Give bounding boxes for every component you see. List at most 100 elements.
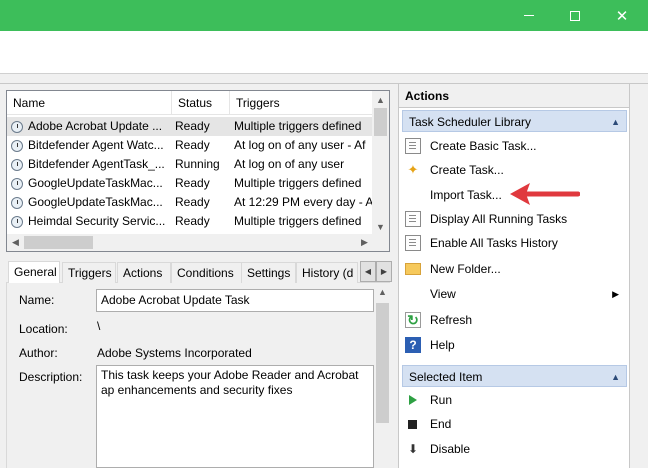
name-field[interactable]: Adobe Acrobat Update Task <box>96 289 374 312</box>
name-label: Name: <box>19 293 55 307</box>
action-label: Display All Running Tasks <box>430 212 568 226</box>
action-refresh[interactable]: ↻ Refresh <box>405 308 627 332</box>
scroll-right-icon[interactable]: ▶ <box>356 234 373 251</box>
task-clock-icon <box>11 139 23 152</box>
action-label: New Folder... <box>430 262 501 276</box>
annotation-arrow-icon <box>510 183 580 205</box>
task-clock-icon <box>11 215 23 228</box>
scroll-thumb[interactable] <box>376 303 389 423</box>
task-name: Bitdefender Agent Watc... <box>28 138 164 152</box>
column-header-status[interactable]: Status <box>172 91 230 115</box>
task-properties-tabs: General Triggers Actions Conditions Sett… <box>6 261 392 284</box>
disable-icon: ⬇ <box>407 442 419 456</box>
task-clock-icon <box>11 120 23 133</box>
action-display-running-tasks[interactable]: Display All Running Tasks <box>405 207 627 231</box>
description-field[interactable]: This task keeps your Adobe Reader and Ac… <box>96 365 374 468</box>
tab-scroll-arrows: ◀ ▶ <box>360 261 392 282</box>
task-triggers: At log on of any user - Af <box>234 138 366 152</box>
action-create-basic-task[interactable]: Create Basic Task... <box>405 134 627 158</box>
tab-triggers[interactable]: Triggers <box>62 262 116 283</box>
task-row[interactable]: Bitdefender AgentTask_... Running At log… <box>7 155 377 174</box>
task-triggers: Multiple triggers defined <box>234 119 362 133</box>
maximize-button[interactable] <box>552 0 598 31</box>
scroll-down-icon[interactable]: ▼ <box>372 218 389 235</box>
task-name: Adobe Acrobat Update ... <box>28 119 163 133</box>
tab-scroll-right-icon[interactable]: ▶ <box>376 261 392 282</box>
toolbar-strip <box>0 75 648 84</box>
action-label: Help <box>430 338 455 352</box>
minimize-button[interactable] <box>506 0 552 31</box>
collapse-icon[interactable]: ▲ <box>611 366 620 388</box>
action-create-task[interactable]: ✦ Create Task... <box>405 158 627 182</box>
tab-actions[interactable]: Actions <box>117 262 171 283</box>
column-header-name[interactable]: Name <box>7 91 172 115</box>
action-help[interactable]: ? Help <box>405 333 627 357</box>
description-label: Description: <box>19 370 83 384</box>
task-name: Bitdefender AgentTask_... <box>28 157 165 171</box>
scroll-left-icon[interactable]: ◀ <box>7 234 24 251</box>
action-enable-history[interactable]: Enable All Tasks History <box>405 231 627 255</box>
section-selected-item[interactable]: Selected Item ▲ <box>402 365 627 387</box>
title-bar: ✕ <box>0 0 648 31</box>
right-scrollbar[interactable] <box>630 84 648 468</box>
action-label: Create Task... <box>430 163 504 177</box>
task-row[interactable]: Adobe Acrobat Update ... Ready Multiple … <box>7 117 377 136</box>
action-label: Create Basic Task... <box>430 139 537 153</box>
submenu-arrow-icon: ▶ <box>612 288 619 299</box>
refresh-icon: ↻ <box>405 312 421 328</box>
create-task-icon: ✦ <box>407 162 419 177</box>
author-label: Author: <box>19 346 58 360</box>
folder-icon <box>405 263 421 275</box>
help-icon: ? <box>405 337 421 353</box>
create-basic-task-icon <box>405 138 421 154</box>
display-running-icon <box>405 211 421 227</box>
scroll-up-icon[interactable]: ▲ <box>372 91 389 108</box>
scroll-up-icon[interactable]: ▲ <box>374 283 391 300</box>
task-list: Name Status Triggers Adobe Acrobat Updat… <box>6 90 390 252</box>
task-triggers: At 12:29 PM every day - A <box>234 195 374 209</box>
action-label: View <box>430 287 456 301</box>
task-triggers: Multiple triggers defined <box>234 176 362 190</box>
task-triggers: At log on of any user <box>234 157 345 171</box>
action-end[interactable]: End <box>405 412 627 436</box>
task-row[interactable]: Bitdefender Agent Watc... Ready At log o… <box>7 136 377 155</box>
collapse-icon[interactable]: ▲ <box>611 111 620 133</box>
task-clock-icon <box>11 158 23 171</box>
general-tab-panel: Name: Adobe Acrobat Update Task Location… <box>6 283 390 468</box>
task-name: Heimdal Security Servic... <box>28 214 166 228</box>
tab-settings[interactable]: Settings <box>241 262 296 283</box>
tab-general[interactable]: General <box>8 261 60 284</box>
task-status: Ready <box>175 119 210 133</box>
tab-conditions[interactable]: Conditions <box>171 262 242 283</box>
section-task-scheduler-library[interactable]: Task Scheduler Library ▲ <box>402 110 627 132</box>
task-status: Ready <box>175 214 210 228</box>
section-title: Task Scheduler Library <box>409 115 532 129</box>
action-view[interactable]: View ▶ <box>405 282 627 306</box>
scroll-thumb[interactable] <box>374 108 387 136</box>
task-list-horizontal-scrollbar[interactable]: ◀ ▶ <box>7 234 373 251</box>
location-value: \ <box>97 319 101 333</box>
action-label: Run <box>430 393 453 407</box>
action-new-folder[interactable]: New Folder... <box>405 257 627 281</box>
actions-pane: Actions Task Scheduler Library ▲ Create … <box>398 84 630 468</box>
task-status: Ready <box>175 138 210 152</box>
general-scrollbar[interactable]: ▲ <box>375 283 390 468</box>
tab-history[interactable]: History (d <box>296 262 358 283</box>
action-label: Disable <box>430 442 471 456</box>
task-row[interactable]: Heimdal Security Servic... Ready Multipl… <box>7 212 377 231</box>
scroll-thumb[interactable] <box>24 236 93 249</box>
task-status: Ready <box>175 195 210 209</box>
action-run[interactable]: Run <box>405 388 627 412</box>
minimize-icon <box>524 15 534 16</box>
task-status: Running <box>175 157 220 171</box>
action-disable[interactable]: ⬇ Disable <box>405 437 627 461</box>
task-row[interactable]: GoogleUpdateTaskMac... Ready At 12:29 PM… <box>7 193 377 212</box>
task-list-vertical-scrollbar[interactable]: ▲ ▼ <box>372 91 389 235</box>
close-button[interactable]: ✕ <box>599 0 645 31</box>
section-title: Selected Item <box>409 370 483 384</box>
run-icon <box>409 395 417 405</box>
task-row[interactable]: GoogleUpdateTaskMac... Ready Multiple tr… <box>7 174 377 193</box>
column-header-triggers[interactable]: Triggers <box>230 91 377 115</box>
tab-scroll-left-icon[interactable]: ◀ <box>360 261 376 282</box>
task-clock-icon <box>11 196 23 209</box>
